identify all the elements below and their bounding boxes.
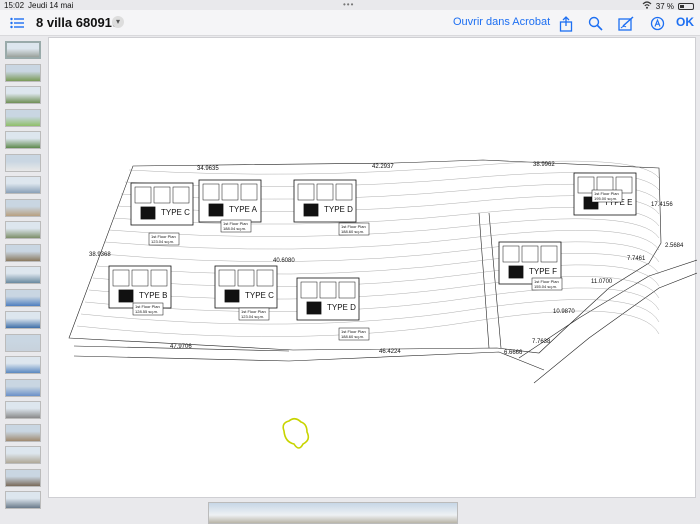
clock: 15:02	[4, 1, 25, 10]
dimension-label: 10.9870	[553, 309, 575, 315]
thumbnail-page-17[interactable]	[5, 401, 41, 419]
house-1: TYPE C1st Floor Plan123.04 sq.m.	[130, 182, 194, 246]
dimension-label: 38.9962	[533, 162, 555, 168]
house-type-label: TYPE C	[161, 208, 190, 217]
date: Jeudi 14 mai	[28, 1, 74, 10]
next-page-preview[interactable]	[208, 502, 458, 524]
house-type-label: TYPE A	[229, 205, 258, 214]
area-label-value: 188.60 sq.m.	[341, 229, 364, 234]
dimension-label: 11.0700	[591, 279, 613, 285]
thumbnail-page-9[interactable]	[5, 221, 41, 239]
thumbnail-page-8[interactable]	[5, 198, 41, 217]
dimension-label: 34.9635	[197, 166, 219, 172]
site-plan-drawing: TYPE C1st Floor Plan123.04 sq.m.TYPE A1s…	[68, 159, 697, 449]
tree-outline	[282, 417, 310, 449]
search-icon[interactable]	[588, 16, 604, 31]
driveway	[478, 212, 502, 349]
thumbnail-page-11[interactable]	[5, 266, 41, 284]
ok-button[interactable]: OK	[676, 15, 694, 29]
thumbnail-page-16[interactable]	[5, 378, 41, 397]
house-type-label: TYPE D	[324, 205, 353, 214]
thumbnail-page-5[interactable]	[5, 131, 41, 149]
thumbnail-page-12[interactable]	[5, 288, 41, 307]
battery-level	[680, 4, 685, 8]
area-label-value: 123.04 sq.m.	[241, 314, 264, 319]
house-type-label: TYPE D	[327, 303, 356, 312]
area-label-value: 155.04 sq.m.	[534, 284, 557, 289]
contour-line	[100, 241, 660, 263]
multitask-dots[interactable]: •••	[343, 0, 354, 9]
pdf-page[interactable]: TYPE C 1st Floor Plan 123.04 sq.m. TYPE A 1s…	[48, 37, 697, 498]
house-4: TYPE E1st Floor Plan195.00 sq.m.	[573, 172, 637, 216]
dimension-label: 47.9706	[170, 344, 192, 350]
dimension-label: 6.6666	[504, 350, 523, 356]
dimension-label: 7.7461	[627, 256, 646, 262]
dimension-label: 42.2937	[372, 164, 394, 170]
list-icon[interactable]	[10, 16, 24, 29]
house-2: TYPE A1st Floor Plan188.04 sq.m.	[198, 179, 262, 233]
dimension-label: 2.5684	[665, 243, 684, 249]
house-5: TYPE B1st Floor Plan128.55 sq.m.	[108, 265, 172, 316]
open-in-acrobat-button[interactable]: Ouvrir dans Acrobat	[453, 16, 550, 28]
thumbnail-page-21[interactable]	[5, 491, 41, 509]
thumbnail-page-4[interactable]	[5, 108, 41, 127]
document-title[interactable]: 8 villa 680910	[36, 15, 119, 30]
house-3: TYPE D1st Floor Plan188.60 sq.m.	[293, 179, 370, 236]
contour-line	[92, 264, 660, 287]
thumbnail-page-19[interactable]	[5, 446, 41, 464]
house-type-label: TYPE F	[529, 267, 557, 276]
thumbnail-page-15[interactable]	[5, 356, 41, 374]
area-label-value: 195.00 sq.m.	[594, 196, 617, 201]
pen-icon[interactable]	[650, 16, 666, 31]
thumbnail-page-7[interactable]	[5, 176, 41, 194]
chevron-down-icon[interactable]: ▾	[112, 16, 124, 28]
page-thumbnails	[0, 37, 46, 524]
thumbnail-page-14[interactable]	[5, 333, 41, 352]
thumbnail-page-3[interactable]	[5, 86, 41, 104]
dimension-label: 17.4156	[651, 202, 673, 208]
area-label-value: 188.60 sq.m.	[341, 334, 364, 339]
toolbar: 8 villa 680910 ▾ Ouvrir dans Acrobat OK	[0, 10, 700, 36]
dimension-label: 7.7638	[532, 339, 551, 345]
thumbnail-page-13[interactable]	[5, 311, 41, 329]
share-icon[interactable]	[559, 16, 575, 32]
contour-line	[88, 276, 660, 300]
house-7: TYPE D1st Floor Plan188.60 sq.m.	[296, 277, 370, 341]
battery-icon	[678, 2, 694, 10]
markup-icon[interactable]	[618, 16, 634, 31]
house-8: TYPE F1st Floor Plan155.04 sq.m.	[498, 241, 563, 291]
thumbnail-page-1[interactable]	[5, 41, 41, 59]
dimension-label: 46.4224	[379, 349, 401, 355]
thumbnail-page-20[interactable]	[5, 468, 41, 487]
contour-line	[96, 253, 660, 275]
thumbnail-page-6[interactable]	[5, 153, 41, 172]
area-label-value: 188.04 sq.m.	[223, 226, 246, 231]
area-label-value: 123.04 sq.m.	[151, 239, 174, 244]
thumbnail-page-10[interactable]	[5, 243, 41, 262]
thumbnail-page-2[interactable]	[5, 63, 41, 82]
dimension-label: 40.6080	[273, 258, 295, 264]
dimension-label: 38.9368	[89, 252, 111, 258]
house-6: TYPE C1st Floor Plan123.04 sq.m.	[214, 265, 278, 321]
house-type-label: TYPE C	[245, 291, 274, 300]
thumbnail-page-18[interactable]	[5, 423, 41, 442]
house-type-label: TYPE B	[139, 291, 167, 300]
area-label-value: 128.55 sq.m.	[135, 309, 158, 314]
